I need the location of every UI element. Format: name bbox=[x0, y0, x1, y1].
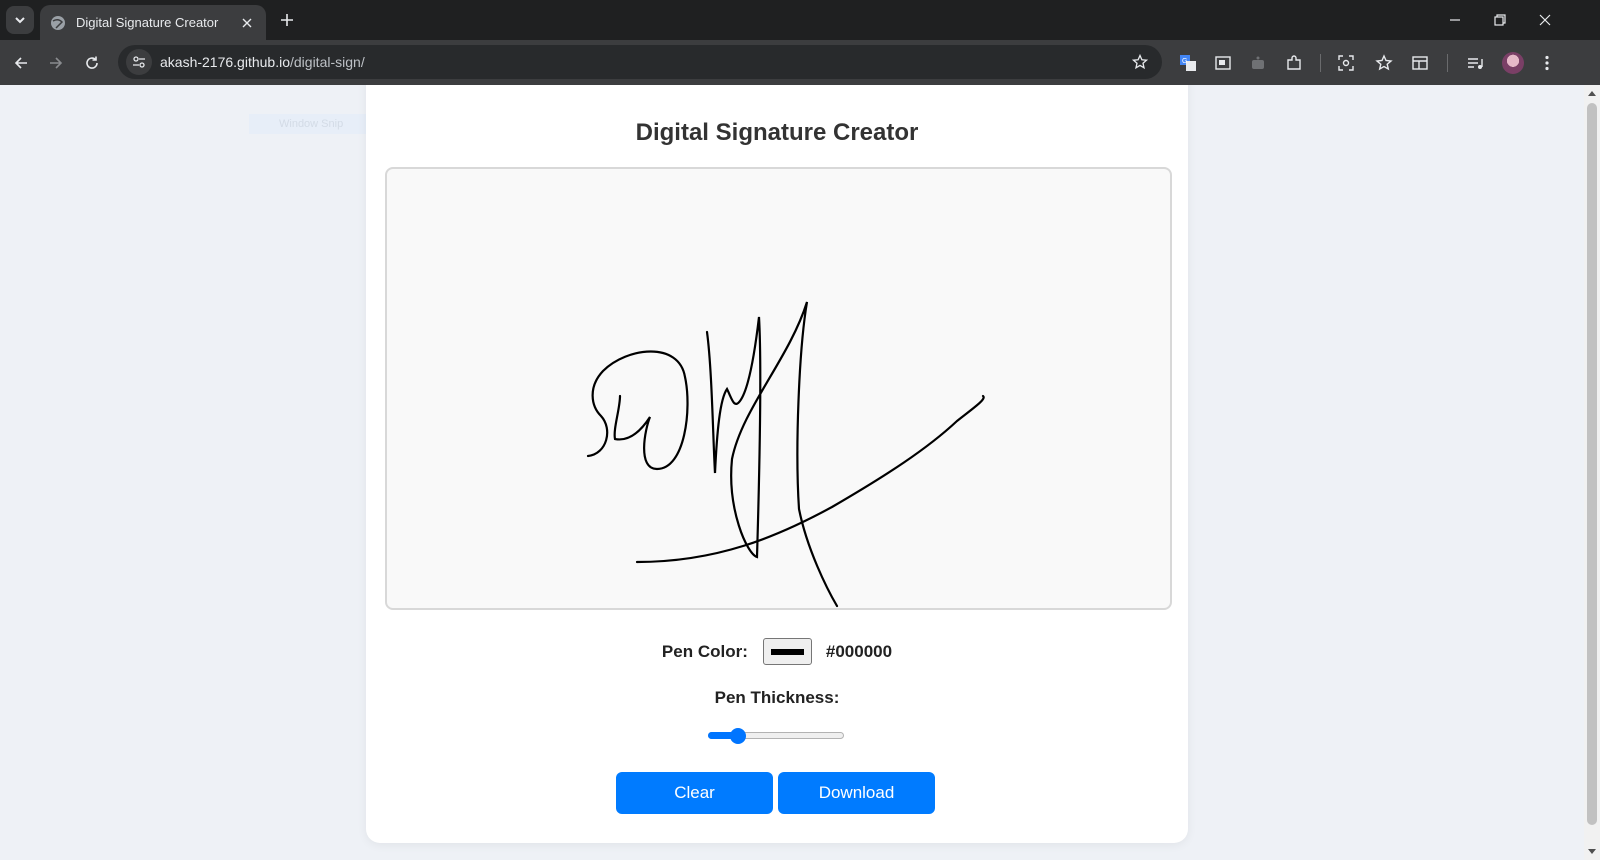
clear-button[interactable]: Clear bbox=[616, 772, 773, 814]
minimize-icon[interactable] bbox=[1442, 8, 1468, 32]
avatar[interactable] bbox=[1502, 52, 1524, 74]
scrollbar[interactable] bbox=[1584, 85, 1600, 860]
page-title: Digital Signature Creator bbox=[635, 119, 919, 146]
site-info-icon[interactable] bbox=[126, 49, 152, 75]
forward-icon[interactable] bbox=[43, 50, 69, 76]
pen-color-value: #000000 bbox=[825, 641, 893, 661]
globe-icon bbox=[50, 15, 66, 31]
scroll-up-icon[interactable] bbox=[1584, 85, 1600, 101]
plus-icon[interactable] bbox=[276, 9, 298, 31]
signature-drawing bbox=[586, 301, 985, 608]
toolbar-divider bbox=[1320, 54, 1321, 72]
signature-canvas[interactable] bbox=[385, 167, 1172, 610]
star-icon[interactable] bbox=[1130, 52, 1150, 72]
color-preview bbox=[770, 648, 804, 655]
media-icon[interactable] bbox=[1462, 50, 1488, 76]
sidepanel-icon[interactable] bbox=[1407, 50, 1433, 76]
tab-strip: Digital Signature Creator bbox=[0, 0, 1600, 40]
slider-thumb[interactable] bbox=[730, 728, 746, 744]
reload-icon[interactable] bbox=[79, 50, 105, 76]
url-text: akash-2176.github.io/digital-sign/ bbox=[160, 54, 365, 70]
pen-thickness-slider[interactable] bbox=[708, 728, 844, 744]
browser-toolbar: akash-2176.github.io/digital-sign/ G bbox=[0, 40, 1600, 85]
tab-active[interactable]: Digital Signature Creator bbox=[40, 5, 266, 40]
back-icon[interactable] bbox=[8, 50, 34, 76]
page-viewport: Window Snip Digital Signature Creator Pe… bbox=[0, 85, 1584, 860]
window-icon[interactable] bbox=[1210, 50, 1236, 76]
restore-icon[interactable] bbox=[1487, 8, 1513, 32]
pen-color-picker[interactable] bbox=[762, 638, 812, 665]
translate-icon[interactable]: G bbox=[1175, 50, 1201, 76]
scroll-down-icon[interactable] bbox=[1584, 844, 1600, 860]
pen-thickness-row: Pen Thickness: bbox=[366, 688, 1188, 708]
download-button[interactable]: Download bbox=[778, 772, 935, 814]
extensions-icon[interactable] bbox=[1281, 50, 1307, 76]
signature-stroke-loop bbox=[586, 350, 689, 471]
svg-text:G: G bbox=[1182, 58, 1187, 65]
toolbar-divider bbox=[1447, 54, 1448, 72]
screenshot-icon[interactable] bbox=[1333, 50, 1359, 76]
signature-stroke-sweep bbox=[635, 394, 985, 564]
pen-thickness-label: Pen Thickness: bbox=[714, 688, 840, 707]
scroll-thumb[interactable] bbox=[1587, 103, 1597, 825]
address-bar[interactable]: akash-2176.github.io/digital-sign/ bbox=[118, 45, 1162, 79]
tab-search-icon[interactable] bbox=[6, 6, 34, 34]
pen-color-label: Pen Color: bbox=[661, 641, 748, 661]
close-window-icon[interactable] bbox=[1532, 8, 1558, 32]
robot-icon[interactable] bbox=[1245, 50, 1271, 76]
tab-title: Digital Signature Creator bbox=[76, 15, 219, 30]
favorites-icon[interactable] bbox=[1371, 50, 1397, 76]
close-icon[interactable] bbox=[238, 14, 256, 32]
signature-card: Digital Signature Creator Pen Color: #00… bbox=[366, 85, 1188, 843]
pen-color-row: Pen Color: #000000 bbox=[366, 638, 1188, 665]
signature-stroke-mid bbox=[705, 301, 839, 608]
url-path: /digital-sign/ bbox=[290, 54, 365, 70]
url-host: akash-2176.github.io bbox=[160, 54, 290, 70]
menu-icon[interactable] bbox=[1534, 50, 1560, 76]
